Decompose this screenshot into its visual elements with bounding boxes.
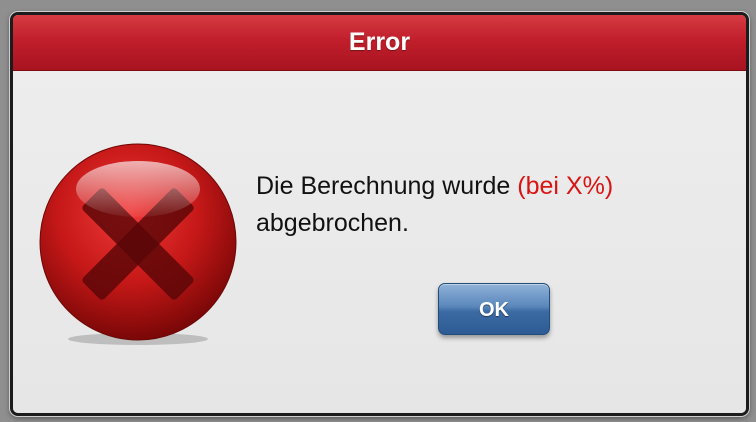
title-bar[interactable]: Error [13, 15, 746, 71]
error-message: Die Berechnung wurde (bei X%) abgebroche… [256, 168, 726, 242]
message-line-2: abgebrochen. [256, 209, 409, 237]
dialog-content: Die Berechnung wurde (bei X%) abgebroche… [13, 71, 746, 413]
ok-button[interactable]: OK [438, 283, 550, 335]
progress-highlight: (bei X%) [517, 172, 614, 200]
message-text: Die Berechnung wurde [256, 172, 518, 200]
error-x-icon [39, 143, 237, 345]
error-dialog: Error Die Berechnung wurde (bei X%) abge… [10, 12, 749, 416]
dialog-title: Error [348, 28, 411, 56]
message-line-1: Die Berechnung wurde (bei X%) [256, 168, 726, 205]
